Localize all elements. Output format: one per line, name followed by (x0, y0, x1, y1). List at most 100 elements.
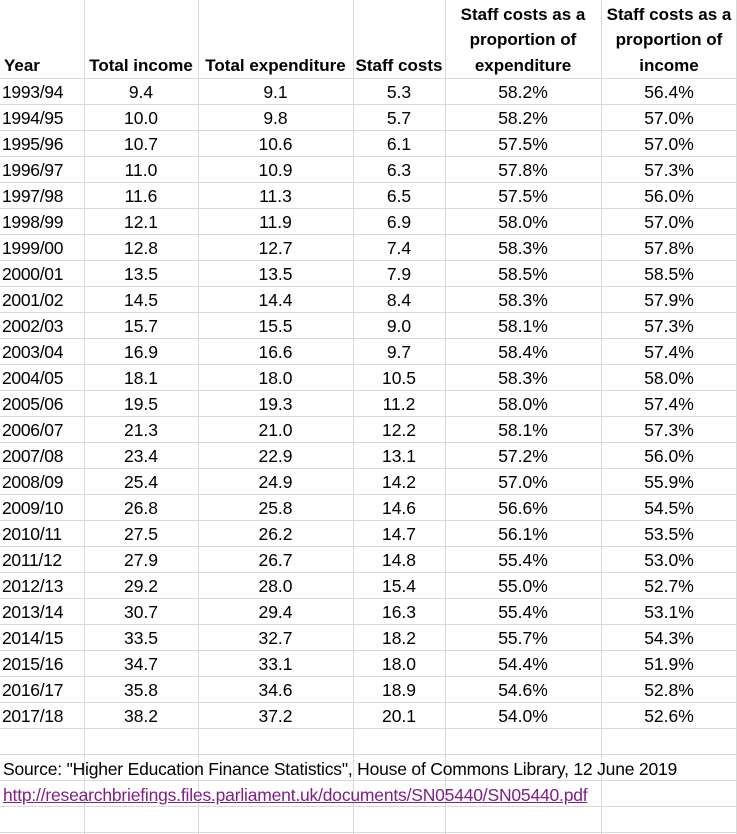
year-cell[interactable]: 2014/15 (0, 625, 84, 651)
staff-pct-income-cell[interactable]: 53.1% (601, 599, 737, 625)
staff-pct-expenditure-cell[interactable]: 58.1% (445, 313, 601, 339)
year-cell[interactable]: 2001/02 (0, 287, 84, 313)
staff-pct-expenditure-cell[interactable]: 58.3% (445, 287, 601, 313)
staff-pct-income-cell[interactable]: 57.4% (601, 391, 737, 417)
staff-pct-income-cell[interactable]: 57.8% (601, 235, 737, 261)
staff-pct-income-cell[interactable]: 57.3% (601, 417, 737, 443)
header-total-expenditure[interactable]: Total expenditure (198, 0, 353, 79)
staff-costs-cell[interactable]: 18.2 (353, 625, 445, 651)
staff-pct-expenditure-cell[interactable]: 58.3% (445, 235, 601, 261)
staff-pct-expenditure-cell[interactable]: 57.8% (445, 157, 601, 183)
staff-costs-cell[interactable]: 7.4 (353, 235, 445, 261)
total-expenditure-cell[interactable]: 10.6 (198, 131, 353, 157)
total-expenditure-cell[interactable]: 9.1 (198, 79, 353, 105)
total-expenditure-cell[interactable]: 16.6 (198, 339, 353, 365)
staff-pct-income-cell[interactable]: 54.5% (601, 495, 737, 521)
total-income-cell[interactable]: 25.4 (84, 469, 198, 495)
staff-pct-income-cell[interactable]: 52.7% (601, 573, 737, 599)
staff-costs-cell[interactable]: 16.3 (353, 599, 445, 625)
staff-pct-expenditure-cell[interactable]: 58.1% (445, 417, 601, 443)
year-cell[interactable]: 2015/16 (0, 651, 84, 677)
total-income-cell[interactable]: 19.5 (84, 391, 198, 417)
staff-pct-expenditure-cell[interactable]: 55.4% (445, 547, 601, 573)
staff-pct-expenditure-cell[interactable]: 56.1% (445, 521, 601, 547)
year-cell[interactable]: 1998/99 (0, 209, 84, 235)
total-expenditure-cell[interactable]: 14.4 (198, 287, 353, 313)
total-income-cell[interactable]: 30.7 (84, 599, 198, 625)
total-income-cell[interactable]: 27.9 (84, 547, 198, 573)
header-staff-pct-expenditure[interactable]: Staff costs as a proportion of expenditu… (445, 0, 601, 79)
year-cell[interactable]: 2006/07 (0, 417, 84, 443)
header-total-income[interactable]: Total income (84, 0, 198, 79)
year-cell[interactable]: 2004/05 (0, 365, 84, 391)
total-expenditure-cell[interactable]: 13.5 (198, 261, 353, 287)
staff-pct-income-cell[interactable]: 58.5% (601, 261, 737, 287)
staff-pct-income-cell[interactable]: 58.0% (601, 365, 737, 391)
staff-pct-income-cell[interactable]: 55.9% (601, 469, 737, 495)
staff-pct-expenditure-cell[interactable]: 55.7% (445, 625, 601, 651)
staff-pct-expenditure-cell[interactable]: 58.2% (445, 79, 601, 105)
year-cell[interactable]: 2000/01 (0, 261, 84, 287)
staff-pct-income-cell[interactable]: 52.8% (601, 677, 737, 703)
staff-pct-income-cell[interactable]: 57.0% (601, 131, 737, 157)
year-cell[interactable]: 2011/12 (0, 547, 84, 573)
staff-pct-income-cell[interactable]: 57.9% (601, 287, 737, 313)
total-expenditure-cell[interactable]: 26.7 (198, 547, 353, 573)
staff-pct-expenditure-cell[interactable]: 54.4% (445, 651, 601, 677)
total-income-cell[interactable]: 14.5 (84, 287, 198, 313)
staff-costs-cell[interactable]: 14.8 (353, 547, 445, 573)
staff-pct-income-cell[interactable]: 53.5% (601, 521, 737, 547)
staff-costs-cell[interactable]: 7.9 (353, 261, 445, 287)
staff-pct-expenditure-cell[interactable]: 56.6% (445, 495, 601, 521)
year-cell[interactable]: 1996/97 (0, 157, 84, 183)
staff-pct-income-cell[interactable]: 57.4% (601, 339, 737, 365)
total-income-cell[interactable]: 27.5 (84, 521, 198, 547)
total-expenditure-cell[interactable]: 24.9 (198, 469, 353, 495)
year-cell[interactable]: 1993/94 (0, 79, 84, 105)
staff-costs-cell[interactable]: 9.7 (353, 339, 445, 365)
year-cell[interactable]: 2002/03 (0, 313, 84, 339)
total-income-cell[interactable]: 18.1 (84, 365, 198, 391)
year-cell[interactable]: 2005/06 (0, 391, 84, 417)
total-expenditure-cell[interactable]: 10.9 (198, 157, 353, 183)
staff-costs-cell[interactable]: 8.4 (353, 287, 445, 313)
total-income-cell[interactable]: 9.4 (84, 79, 198, 105)
staff-pct-expenditure-cell[interactable]: 57.0% (445, 469, 601, 495)
year-cell[interactable]: 2012/13 (0, 573, 84, 599)
year-cell[interactable]: 2007/08 (0, 443, 84, 469)
total-income-cell[interactable]: 16.9 (84, 339, 198, 365)
year-cell[interactable]: 2017/18 (0, 703, 84, 729)
staff-pct-income-cell[interactable]: 52.6% (601, 703, 737, 729)
staff-pct-income-cell[interactable]: 57.0% (601, 209, 737, 235)
year-cell[interactable]: 2016/17 (0, 677, 84, 703)
staff-pct-income-cell[interactable]: 51.9% (601, 651, 737, 677)
total-income-cell[interactable]: 12.8 (84, 235, 198, 261)
total-expenditure-cell[interactable]: 19.3 (198, 391, 353, 417)
staff-costs-cell[interactable]: 5.3 (353, 79, 445, 105)
staff-costs-cell[interactable]: 20.1 (353, 703, 445, 729)
total-income-cell[interactable]: 33.5 (84, 625, 198, 651)
staff-pct-income-cell[interactable]: 56.4% (601, 79, 737, 105)
staff-costs-cell[interactable]: 15.4 (353, 573, 445, 599)
total-income-cell[interactable]: 11.6 (84, 183, 198, 209)
year-cell[interactable]: 2003/04 (0, 339, 84, 365)
total-expenditure-cell[interactable]: 29.4 (198, 599, 353, 625)
year-cell[interactable]: 2010/11 (0, 521, 84, 547)
total-expenditure-cell[interactable]: 33.1 (198, 651, 353, 677)
staff-pct-income-cell[interactable]: 56.0% (601, 443, 737, 469)
staff-costs-cell[interactable]: 14.6 (353, 495, 445, 521)
staff-costs-cell[interactable]: 6.5 (353, 183, 445, 209)
total-expenditure-cell[interactable]: 18.0 (198, 365, 353, 391)
total-expenditure-cell[interactable]: 11.9 (198, 209, 353, 235)
total-expenditure-cell[interactable]: 26.2 (198, 521, 353, 547)
year-cell[interactable]: 1995/96 (0, 131, 84, 157)
total-income-cell[interactable]: 35.8 (84, 677, 198, 703)
header-year[interactable]: Year (0, 0, 84, 79)
staff-pct-expenditure-cell[interactable]: 57.5% (445, 131, 601, 157)
total-income-cell[interactable]: 21.3 (84, 417, 198, 443)
total-expenditure-cell[interactable]: 34.6 (198, 677, 353, 703)
staff-pct-expenditure-cell[interactable]: 58.2% (445, 105, 601, 131)
staff-pct-expenditure-cell[interactable]: 54.6% (445, 677, 601, 703)
staff-costs-cell[interactable]: 9.0 (353, 313, 445, 339)
staff-costs-cell[interactable]: 13.1 (353, 443, 445, 469)
